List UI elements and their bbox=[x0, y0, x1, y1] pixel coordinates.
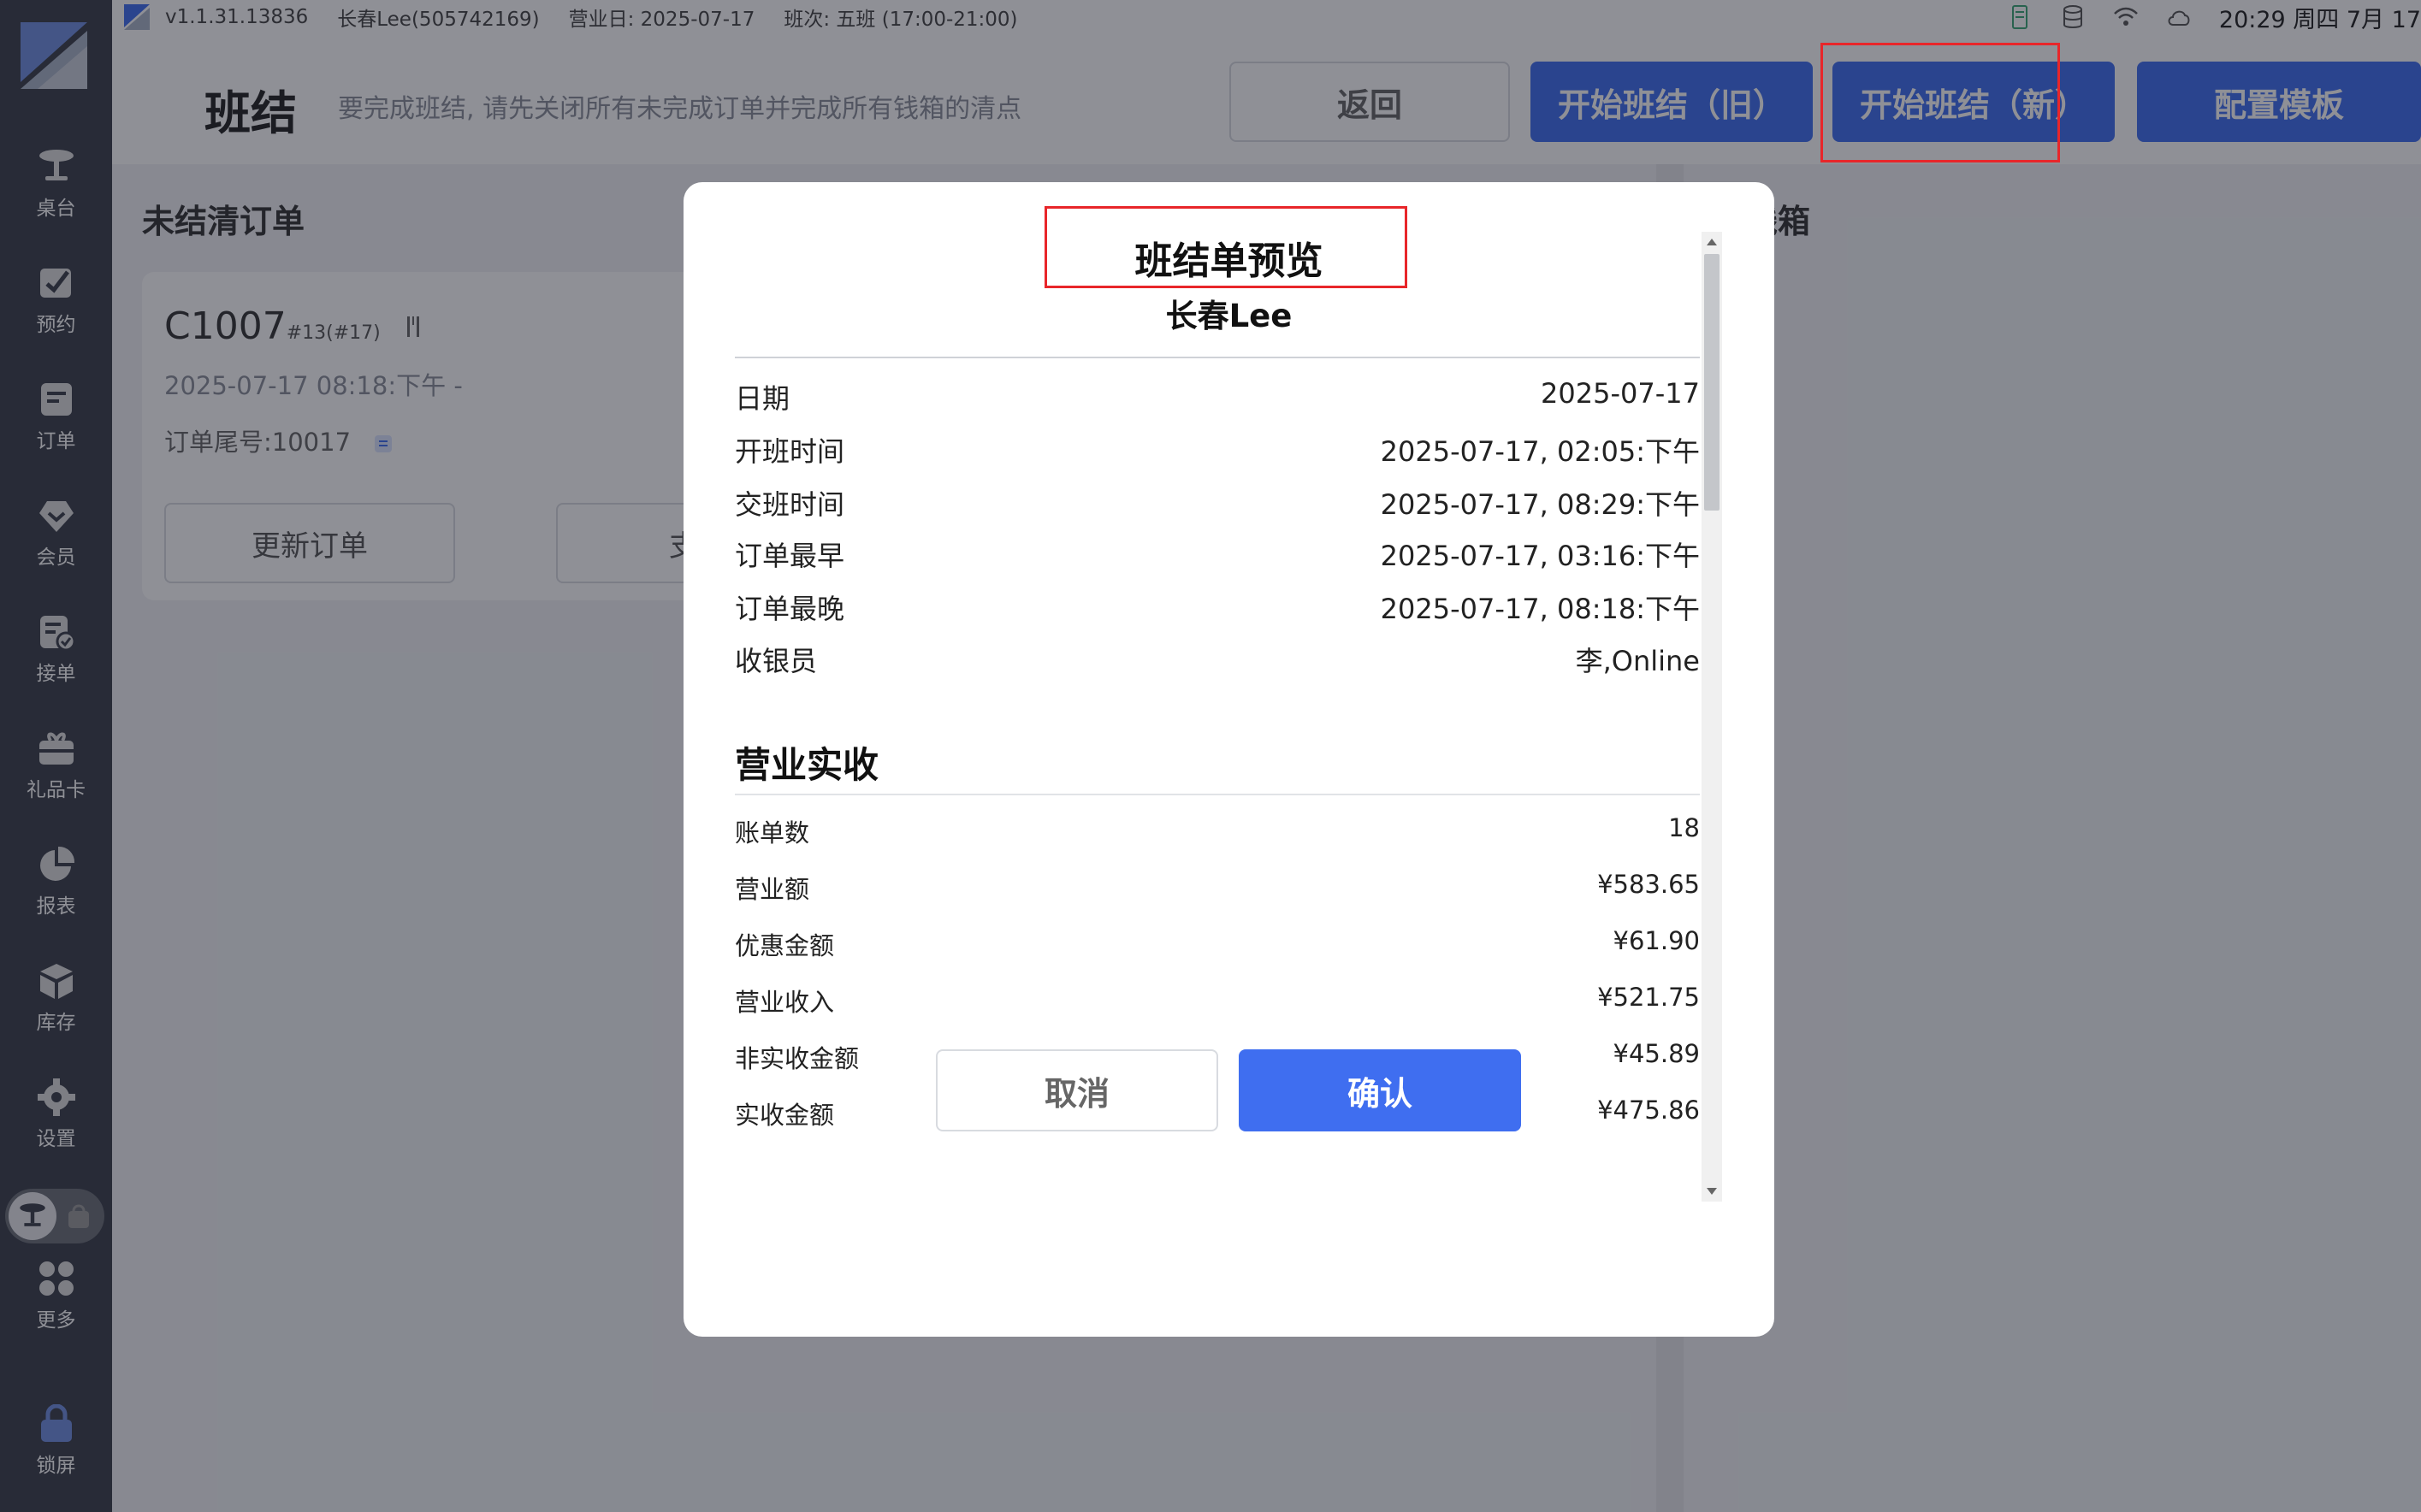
info-row: 交班时间 2025-07-17, 08:29:下午 bbox=[735, 483, 1700, 523]
preview-scrollbar[interactable] bbox=[1702, 232, 1722, 1202]
confirm-button[interactable]: 确认 bbox=[1239, 1049, 1521, 1131]
revenue-value: 18 bbox=[1668, 813, 1700, 842]
highlight-box-title bbox=[1045, 206, 1407, 288]
divider bbox=[735, 357, 1700, 358]
info-row: 开班时间 2025-07-17, 02:05:下午 bbox=[735, 430, 1700, 470]
revenue-value: ¥583.65 bbox=[1597, 870, 1700, 899]
revenue-row: 营业收入 ¥521.75 bbox=[735, 983, 1700, 1019]
revenue-label: 非实收金额 bbox=[735, 1044, 860, 1073]
info-row: 订单最早 2025-07-17, 03:16:下午 bbox=[735, 535, 1700, 574]
scroll-down-arrow[interactable] bbox=[1707, 1188, 1717, 1195]
info-row: 日期 2025-07-17 bbox=[735, 377, 1700, 416]
revenue-value: ¥521.75 bbox=[1597, 983, 1700, 1012]
info-value: 李,Online bbox=[1575, 645, 1700, 677]
info-label: 交班时间 bbox=[735, 488, 845, 521]
divider bbox=[735, 794, 1700, 795]
revenue-label: 实收金额 bbox=[735, 1101, 835, 1130]
revenue-label: 营业额 bbox=[735, 875, 810, 904]
info-label: 日期 bbox=[735, 382, 790, 415]
info-label: 收银员 bbox=[735, 645, 818, 677]
revenue-label: 账单数 bbox=[735, 818, 810, 848]
revenue-section-title: 营业实收 bbox=[735, 744, 879, 786]
cancel-button[interactable]: 取消 bbox=[936, 1049, 1218, 1131]
highlight-box-new-button bbox=[1820, 43, 2060, 162]
info-value: 2025-07-17 bbox=[1541, 377, 1700, 410]
revenue-row: 优惠金额 ¥61.90 bbox=[735, 926, 1700, 962]
info-value: 2025-07-17, 02:05:下午 bbox=[1380, 435, 1700, 468]
scroll-up-arrow[interactable] bbox=[1707, 239, 1717, 245]
dialog-store-name: 长春Lee bbox=[1165, 298, 1293, 334]
info-value: 2025-07-17, 08:18:下午 bbox=[1380, 593, 1700, 625]
shift-close-preview-dialog: 班结单预览 长春Lee 日期 2025-07-17 开班时间 2025-07-17,… bbox=[684, 182, 1774, 1337]
revenue-value: ¥475.86 bbox=[1597, 1096, 1700, 1125]
revenue-row: 账单数 18 bbox=[735, 813, 1700, 849]
info-label: 订单最晚 bbox=[735, 593, 845, 625]
revenue-value: ¥61.90 bbox=[1613, 926, 1700, 955]
revenue-value: ¥45.89 bbox=[1613, 1039, 1700, 1068]
info-row: 订单最晚 2025-07-17, 08:18:下午 bbox=[735, 588, 1700, 627]
info-label: 开班时间 bbox=[735, 435, 845, 468]
revenue-label: 优惠金额 bbox=[735, 931, 835, 960]
info-row: 收银员 李,Online bbox=[735, 640, 1700, 679]
info-value: 2025-07-17, 08:29:下午 bbox=[1380, 488, 1700, 521]
revenue-label: 营业收入 bbox=[735, 988, 835, 1017]
info-label: 订单最早 bbox=[735, 540, 845, 572]
info-value: 2025-07-17, 03:16:下午 bbox=[1380, 540, 1700, 572]
scrollbar-thumb[interactable] bbox=[1704, 254, 1720, 511]
revenue-row: 营业额 ¥583.65 bbox=[735, 870, 1700, 906]
